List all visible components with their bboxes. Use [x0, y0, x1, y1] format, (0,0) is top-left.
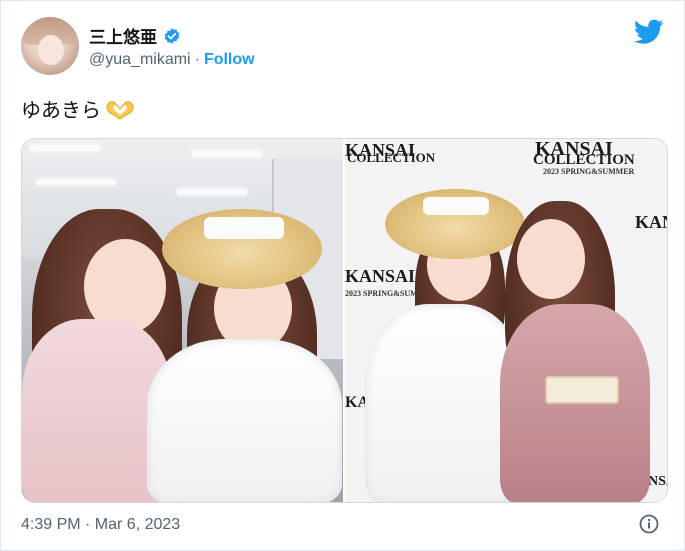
person-white-dress: [147, 339, 342, 502]
verified-badge-icon: [164, 27, 180, 44]
tweet-body: ゆあきら: [21, 100, 101, 122]
person-pink-face: [517, 219, 585, 299]
info-icon[interactable]: [639, 514, 659, 534]
ceiling-light: [36, 179, 116, 185]
ceiling-light: [192, 151, 262, 157]
ceiling-light: [177, 189, 247, 195]
backdrop-logo: KANSAI: [635, 212, 667, 232]
photo-left[interactable]: [22, 139, 343, 502]
timestamp[interactable]: 4:39 PM · Mar 6, 2023: [21, 516, 180, 534]
twitter-bird-icon[interactable]: [634, 19, 664, 45]
display-name[interactable]: 三上悠亜: [89, 23, 157, 48]
backdrop-logo-sub: 2023 SPRING&SUMMER: [543, 167, 635, 176]
handle-row: @yua_mikami · Follow: [89, 51, 255, 69]
follow-button[interactable]: Follow: [204, 51, 255, 69]
backdrop-logo: KANSAI: [345, 266, 416, 286]
hat-band: [204, 217, 284, 239]
heart-hands-icon: [106, 100, 134, 120]
avatar[interactable]: [21, 17, 79, 75]
tweet-card: 三上悠亜 @yua_mikami · Follow ゆあきら KANSAI CO…: [0, 0, 685, 551]
hat-band: [423, 197, 489, 215]
tweet-text: ゆあきら: [21, 94, 135, 123]
belt: [545, 376, 619, 404]
separator: ·: [194, 51, 200, 68]
backdrop-logo: COLLECTION: [347, 150, 436, 165]
author-name-row: 三上悠亜: [89, 23, 181, 48]
handle[interactable]: @yua_mikami: [89, 51, 191, 69]
photo-right[interactable]: KANSAI COLLECTION KANSAI COLLECTION 2023…: [345, 139, 667, 502]
ceiling-light: [30, 145, 100, 151]
avatar-face: [38, 35, 64, 65]
backdrop-logo: COLLECTION: [533, 152, 635, 168]
media-grid[interactable]: KANSAI COLLECTION KANSAI COLLECTION 2023…: [21, 138, 668, 503]
